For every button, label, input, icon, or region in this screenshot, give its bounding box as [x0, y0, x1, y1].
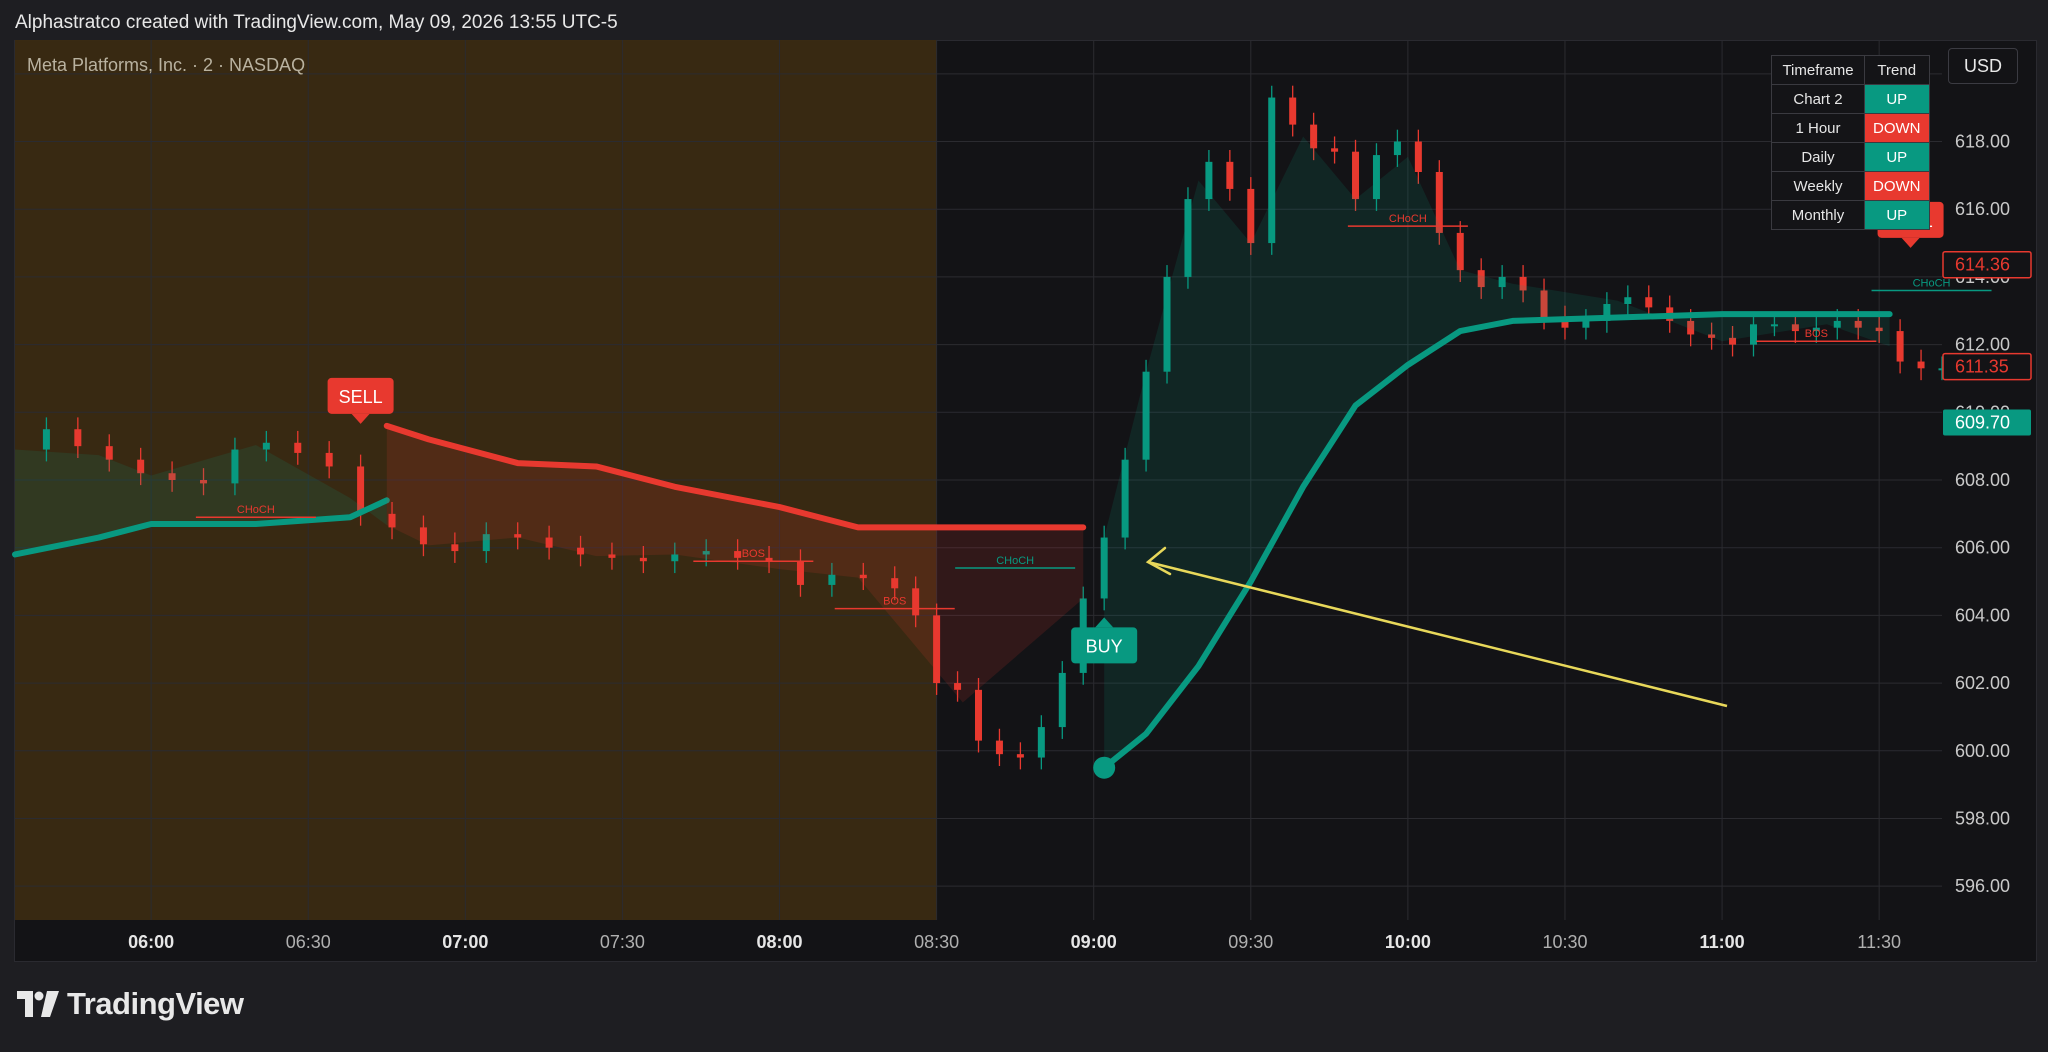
trend-table: Timeframe Trend Chart 2 UP 1 Hour DOWN D… — [1771, 55, 1930, 230]
candle-body — [1896, 331, 1904, 362]
candle-body — [1917, 361, 1925, 369]
price-label-text: 614.36 — [1955, 255, 2010, 275]
timeframe-cell: Weekly — [1771, 171, 1865, 201]
sell-signal-pointer — [1901, 237, 1920, 248]
y-axis-tick-label: 616.00 — [1955, 199, 2010, 219]
timeframe-cell: Monthly — [1771, 200, 1865, 230]
candle-body — [1331, 148, 1339, 152]
x-axis-tick-label: 10:30 — [1542, 932, 1587, 952]
candle-body — [639, 557, 647, 562]
x-axis-tick-label: 07:30 — [600, 932, 645, 952]
candle-body — [74, 429, 82, 447]
candle-body — [1456, 232, 1464, 271]
candle-body — [975, 689, 982, 741]
tradingview-logo-text: TradingView — [67, 986, 244, 1021]
candle-body — [671, 554, 679, 562]
trend-cell: DOWN — [1864, 171, 1930, 201]
candle-body — [1414, 141, 1422, 172]
timeframe-header: Timeframe — [1771, 55, 1865, 85]
trend-row: Monthly UP — [1771, 200, 1930, 230]
timeframe-cell: Daily — [1771, 142, 1865, 172]
candle-body — [1393, 141, 1401, 156]
candle-body — [1624, 297, 1632, 304]
trend-cell: DOWN — [1864, 113, 1930, 143]
trend-row: Weekly DOWN — [1771, 171, 1930, 201]
y-axis-tick-label: 598.00 — [1955, 808, 2010, 828]
x-axis-tick-label: 08:30 — [914, 932, 959, 952]
y-axis-tick-label: 606.00 — [1955, 538, 2010, 558]
sell-signal-label: SELL — [339, 387, 383, 407]
x-axis-tick-label: 06:00 — [128, 932, 174, 952]
timeframe-cell: Chart 2 — [1771, 84, 1865, 114]
trend-header: Trend — [1864, 55, 1930, 85]
symbol-legend[interactable]: Meta Platforms, Inc. · 2 · NASDAQ — [27, 55, 305, 76]
x-axis-tick-label: 08:00 — [756, 932, 802, 952]
candle-body — [1582, 320, 1590, 328]
x-axis-tick-label: 06:30 — [286, 932, 331, 952]
x-axis-tick-label: 10:00 — [1385, 932, 1431, 952]
candle-body — [1037, 727, 1045, 758]
candle-body — [1226, 161, 1234, 189]
trend-row: 1 Hour DOWN — [1771, 113, 1930, 143]
y-axis-tick-label: 600.00 — [1955, 741, 2010, 761]
structure-label: CHoCH — [237, 504, 275, 516]
price-label: 611.35 — [1942, 352, 2032, 381]
candle-body — [1058, 672, 1066, 728]
structure-label: CHoCH — [996, 555, 1034, 567]
x-axis-tick-label: 11:30 — [1857, 932, 1901, 952]
trend-table-header: Timeframe Trend — [1771, 55, 1930, 85]
price-label-text: 609.70 — [1955, 412, 2010, 432]
candle-body — [451, 544, 459, 552]
trend-row: Chart 2 UP — [1771, 84, 1930, 114]
trend-cell: UP — [1864, 142, 1930, 172]
price-label: 609.70 — [1943, 409, 2031, 436]
annotation-arrow-line — [1147, 560, 1728, 708]
trend-row: Daily UP — [1771, 142, 1930, 172]
structure-label: BOS — [1805, 328, 1828, 340]
candle-body — [262, 442, 270, 450]
price-label-text: 611.35 — [1955, 357, 2009, 377]
structure-label: CHoCH — [1389, 213, 1427, 225]
y-axis-tick-label: 618.00 — [1955, 132, 2010, 152]
candle-body — [1247, 188, 1255, 244]
trend-cell: UP — [1864, 84, 1930, 114]
price-label: 614.36 — [1942, 250, 2032, 279]
trailing-stop-start-dot — [1093, 756, 1116, 779]
x-axis-tick-label: 07:00 — [442, 932, 488, 952]
candle-body — [105, 446, 113, 460]
price-chart[interactable]: CHoCHBOSBOSCHoCHCHoCHBOSCHoCHSELLBUYSELL… — [0, 0, 2048, 1052]
buy-signal-label: BUY — [1086, 636, 1123, 656]
trailing-stop-bull-line-fill — [1104, 136, 1890, 768]
structure-label: CHoCH — [1913, 277, 1951, 289]
currency-button[interactable]: USD — [1948, 48, 2018, 84]
y-axis-tick-label: 608.00 — [1955, 470, 2010, 490]
candle-body — [1016, 754, 1024, 758]
candle-body — [995, 740, 1003, 755]
candle-body — [828, 574, 836, 585]
y-axis-tick-label: 602.00 — [1955, 673, 2010, 693]
x-axis-tick-label: 11:00 — [1700, 932, 1745, 952]
structure-label: BOS — [883, 596, 906, 608]
tradingview-logo-icon — [17, 991, 59, 1017]
candle-body — [325, 452, 333, 467]
structure-label: BOS — [742, 548, 765, 560]
y-axis-tick-label: 596.00 — [1955, 876, 2010, 896]
timeframe-cell: 1 Hour — [1771, 113, 1865, 143]
y-axis-tick-label: 612.00 — [1955, 335, 2010, 355]
y-axis-tick-label: 604.00 — [1955, 605, 2010, 625]
candle-body — [1645, 297, 1653, 308]
candle-body — [42, 429, 50, 450]
x-axis-tick-label: 09:30 — [1228, 932, 1273, 952]
candle-body — [1289, 97, 1297, 125]
candle-body — [1352, 151, 1360, 200]
x-axis-tick-label: 09:00 — [1071, 932, 1117, 952]
candle-body — [294, 442, 302, 453]
trend-cell: UP — [1864, 200, 1930, 230]
candle-body — [1310, 124, 1318, 149]
tradingview-logo[interactable]: TradingView — [17, 986, 244, 1022]
